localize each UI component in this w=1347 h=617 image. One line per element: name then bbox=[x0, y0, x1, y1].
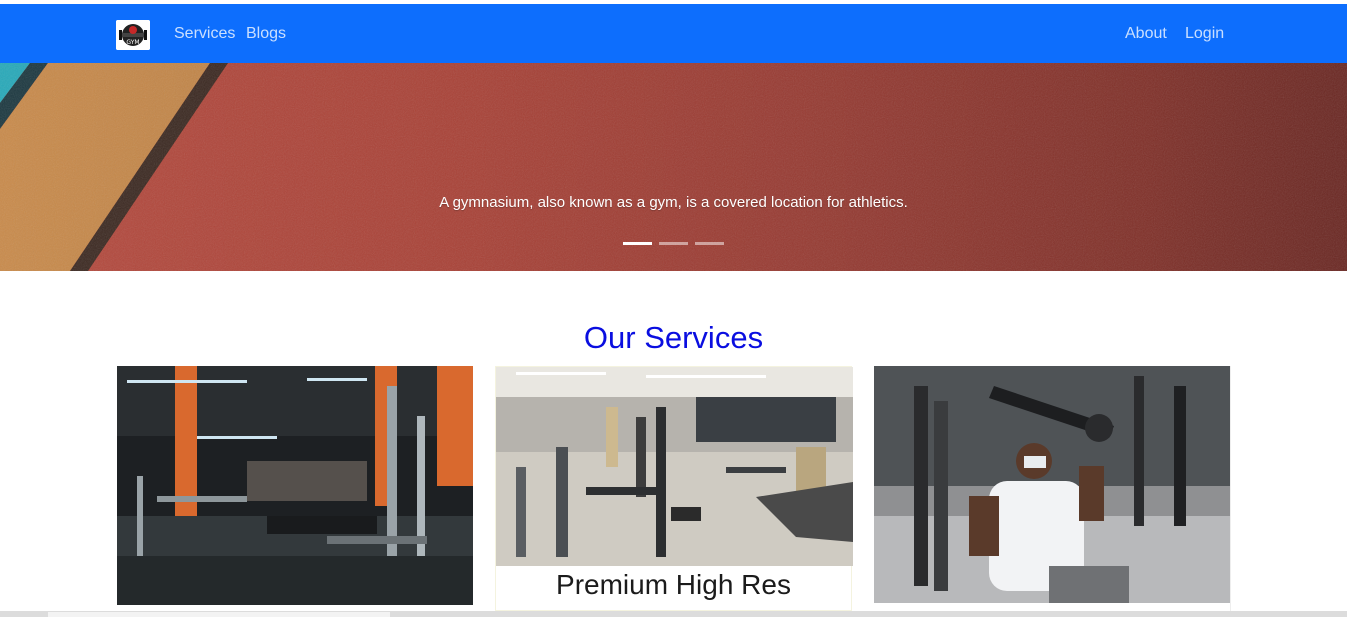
service-card-3[interactable]: Personal Following bbox=[874, 366, 1231, 611]
navbar: GYM Services Blogs About Login bbox=[0, 4, 1347, 63]
carousel-caption: A gymnasium, also known as a gym, is a c… bbox=[439, 194, 908, 211]
hero-carousel[interactable]: A gymnasium, also known as a gym, is a c… bbox=[0, 63, 1347, 271]
carousel-indicator-1[interactable] bbox=[623, 242, 652, 245]
carousel-indicator-3[interactable] bbox=[695, 242, 724, 245]
nav-link-about[interactable]: About bbox=[1125, 25, 1167, 43]
services-heading: Our Services bbox=[583, 320, 764, 355]
nav-link-services[interactable]: Services bbox=[174, 25, 235, 43]
nav-link-login[interactable]: Login bbox=[1185, 25, 1224, 43]
service-card-title-2: Premium High Res bbox=[556, 569, 791, 600]
nav-link-blogs[interactable]: Blogs bbox=[246, 25, 286, 43]
service-card-image-1 bbox=[117, 366, 473, 605]
running-track-image bbox=[0, 63, 1347, 271]
man-training-image bbox=[874, 366, 1230, 603]
bright-gym-image bbox=[496, 367, 853, 566]
gym-interior-image bbox=[117, 366, 473, 605]
svg-text:GYM: GYM bbox=[126, 39, 139, 46]
carousel-indicator-2[interactable] bbox=[659, 242, 688, 245]
service-card-title-3: Personal Following bbox=[874, 604, 1230, 611]
service-card-image-2 bbox=[496, 367, 853, 566]
service-card-image-3 bbox=[874, 366, 1230, 603]
service-card-2[interactable]: Premium High Res bbox=[495, 366, 853, 611]
gym-logo-icon: GYM bbox=[116, 20, 150, 50]
scrollbar-thumb[interactable] bbox=[48, 612, 390, 617]
service-card-1[interactable] bbox=[117, 366, 474, 611]
brand-logo[interactable]: GYM bbox=[116, 20, 150, 50]
